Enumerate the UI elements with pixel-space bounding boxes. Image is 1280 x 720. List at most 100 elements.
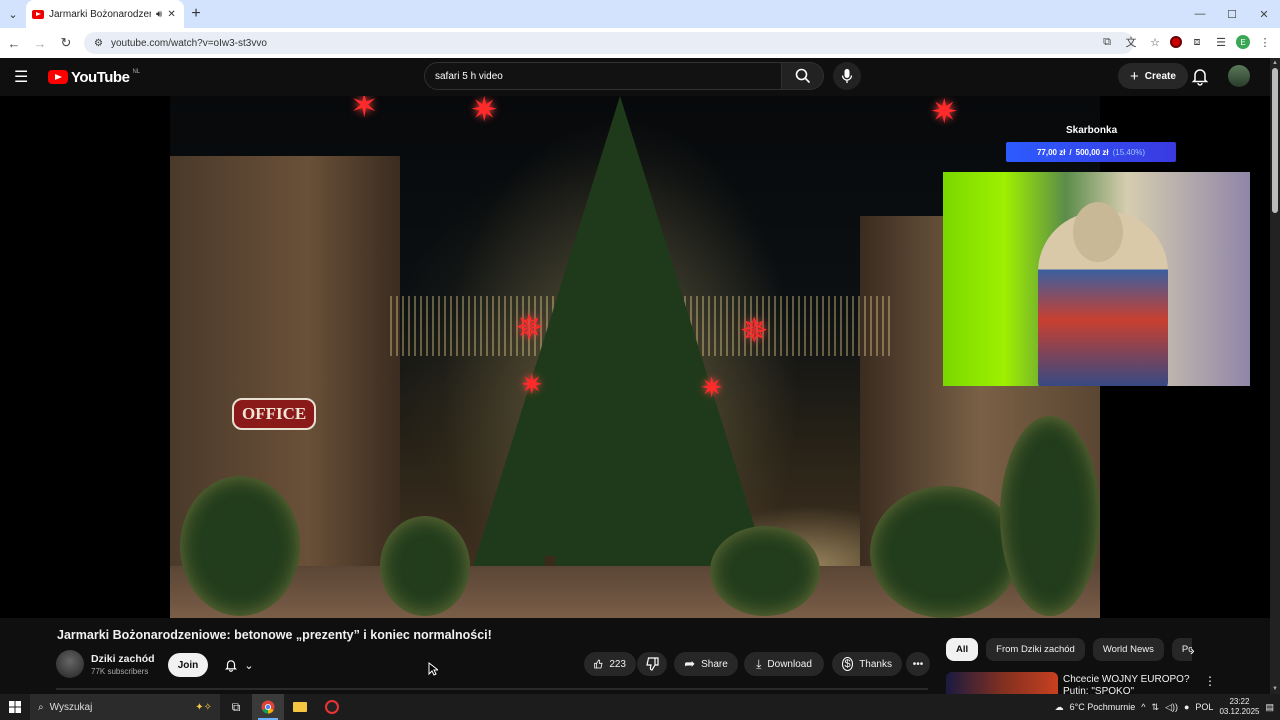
bookmark-star-icon[interactable]: ☆ <box>1146 32 1164 52</box>
share-arrow-icon: ➦ <box>684 656 696 671</box>
notification-center-icon[interactable]: ▤ <box>1265 702 1274 713</box>
like-count: 223 <box>609 658 626 670</box>
recommendation-thumbnail[interactable] <box>946 672 1058 694</box>
bush <box>380 516 470 616</box>
streamer-head <box>1073 202 1123 262</box>
volume-icon[interactable]: ◁)) <box>1165 702 1178 713</box>
tray-overflow-icon[interactable]: ^ <box>1141 702 1145 712</box>
microphone-tray-icon[interactable]: ● <box>1184 702 1189 712</box>
reload-button[interactable]: ↻ <box>54 31 78 55</box>
channel-name[interactable]: Dziki zachód <box>91 653 155 665</box>
back-button[interactable]: ← <box>2 31 26 55</box>
account-avatar[interactable] <box>1228 65 1250 87</box>
minimize-button[interactable]: — <box>1184 0 1216 28</box>
chevron-down-icon: ⌄ <box>244 659 254 672</box>
download-icon: ⤓ <box>756 656 762 671</box>
chrome-icon <box>261 700 275 714</box>
extension-icon[interactable] <box>1170 36 1182 48</box>
weather-text[interactable]: 6°C Pochmurnie <box>1070 702 1136 712</box>
more-vertical-icon[interactable]: ⋮ <box>1204 674 1216 688</box>
windows-logo-icon <box>9 701 21 713</box>
maximize-button[interactable]: ☐ <box>1216 0 1248 28</box>
donation-percent: (15.40%) <box>1112 147 1146 157</box>
create-button[interactable]: + Create <box>1118 63 1188 89</box>
bush <box>710 526 820 616</box>
chip-from-channel[interactable]: From Dziki zachód <box>986 638 1085 661</box>
forward-button[interactable]: → <box>28 31 52 55</box>
file-explorer-button[interactable] <box>284 694 316 720</box>
browser-tab[interactable]: Jarmarki Bożonarodzeniow 🔊︎ ✕ <box>26 0 184 28</box>
omnibox[interactable]: ⚙︎ youtube.com/watch?v=oIw3-st3vvo <box>84 32 1134 54</box>
site-info-icon[interactable]: ⚙︎ <box>94 38 103 49</box>
donation-target: 500,00 zł <box>1075 147 1109 157</box>
tab-search-button[interactable]: ⌄ <box>0 0 26 28</box>
scroll-up-icon[interactable]: ▲ <box>1272 60 1278 66</box>
profile-avatar[interactable]: E <box>1236 35 1250 49</box>
page-scrollbar[interactable]: ▲ ▼ <box>1270 58 1280 694</box>
obs-taskbar-button[interactable] <box>316 694 348 720</box>
media-control-icon[interactable]: ☰ <box>1212 32 1230 52</box>
language-indicator[interactable]: POL <box>1195 702 1213 712</box>
browser-tab-strip: ⌄ Jarmarki Bożonarodzeniow 🔊︎ ✕ + — ☐ ✕ <box>0 0 1280 28</box>
recommendation-title[interactable]: Chcecie WOJNY EUROPO? Putin: "SPOKO" <box>1063 674 1193 694</box>
notifications-button[interactable] <box>1190 66 1210 86</box>
dislike-button[interactable] <box>637 652 667 676</box>
extensions-puzzle-icon[interactable]: ⧈ <box>1188 32 1206 52</box>
taskbar-search[interactable]: ⌕ Wyszukaj ✦✧ <box>30 694 220 720</box>
scroll-down-icon[interactable]: ▼ <box>1272 686 1278 692</box>
red-star-decoration-icon: ✷ <box>470 96 499 129</box>
system-tray: ☁︎ 6°C Pochmurnie ^ ⇅ ◁)) ● POL 23:22 03… <box>1055 694 1280 720</box>
chip-politics[interactable]: Politi <box>1171 638 1192 661</box>
search-input[interactable]: safari 5 h video <box>424 62 782 90</box>
red-star-decoration-icon: ✷ <box>930 96 959 131</box>
folder-icon <box>293 702 307 712</box>
chip-all[interactable]: All <box>946 638 979 661</box>
search-button[interactable] <box>782 62 824 90</box>
chip-world-news[interactable]: World News <box>1092 638 1164 661</box>
start-button[interactable] <box>0 694 30 720</box>
clock[interactable]: 23:22 03.12.2025 <box>1219 697 1259 717</box>
video-player[interactable]: ✷ ✶ ✷ ✵ ✵ ✷ ✷ OFFICE <box>0 96 1270 618</box>
search-box: safari 5 h video <box>424 62 824 90</box>
toolbar-icons: ⧉ 文 ☆ ⧈ ☰ E ⋮ <box>1098 32 1274 52</box>
red-star-decoration-icon: ✵ <box>740 312 769 350</box>
youtube-logo[interactable]: YouTube NL <box>48 69 140 86</box>
network-icon[interactable]: ⇅ <box>1152 702 1160 713</box>
download-button[interactable]: ⤓ Download <box>744 652 824 676</box>
red-star-decoration-icon: ✷ <box>700 372 724 403</box>
tab-title: Jarmarki Bożonarodzeniow <box>49 8 151 20</box>
chevron-right-icon[interactable]: › <box>1190 642 1195 658</box>
more-actions-button[interactable]: ••• <box>906 652 930 676</box>
subscription-bell-button[interactable]: ⌄ <box>216 653 262 677</box>
speaker-icon[interactable]: 🔊︎ <box>156 9 162 20</box>
join-button[interactable]: Join <box>168 653 208 677</box>
youtube-favicon-icon <box>32 9 44 19</box>
bush <box>870 486 1020 618</box>
description-box-edge <box>56 688 928 690</box>
logo-text: YouTube <box>71 68 130 86</box>
new-tab-button[interactable]: + <box>184 5 208 23</box>
office-sign: OFFICE <box>232 398 317 430</box>
download-label: Download <box>767 658 812 670</box>
chrome-taskbar-button[interactable] <box>252 694 284 720</box>
task-view-button[interactable]: ⧉ <box>220 694 252 720</box>
guide-menu-icon[interactable]: ☰ <box>14 67 38 87</box>
install-app-icon[interactable]: ⧉ <box>1098 32 1116 52</box>
translate-icon[interactable]: 文 <box>1122 32 1140 52</box>
close-tab-icon[interactable]: ✕ <box>167 9 175 20</box>
close-window-button[interactable]: ✕ <box>1248 0 1280 28</box>
chrome-menu-icon[interactable]: ⋮ <box>1256 32 1274 52</box>
like-button[interactable]: 223 <box>584 652 636 676</box>
voice-search-button[interactable] <box>833 62 861 90</box>
thumbs-up-icon <box>594 659 603 669</box>
taskbar-search-placeholder: Wyszukaj <box>49 701 93 713</box>
channel-avatar[interactable] <box>56 650 84 678</box>
create-label: Create <box>1144 70 1176 82</box>
share-button[interactable]: ➦ Share <box>674 652 738 676</box>
scrollbar-thumb[interactable] <box>1272 68 1278 213</box>
donation-goal-bar: 77,00 zł / 500,00 zł (15.40%) <box>1006 142 1176 162</box>
obs-record-icon <box>325 700 339 714</box>
thanks-button[interactable]: $ Thanks <box>832 652 902 676</box>
bush <box>180 476 300 616</box>
clock-date: 03.12.2025 <box>1219 707 1260 716</box>
